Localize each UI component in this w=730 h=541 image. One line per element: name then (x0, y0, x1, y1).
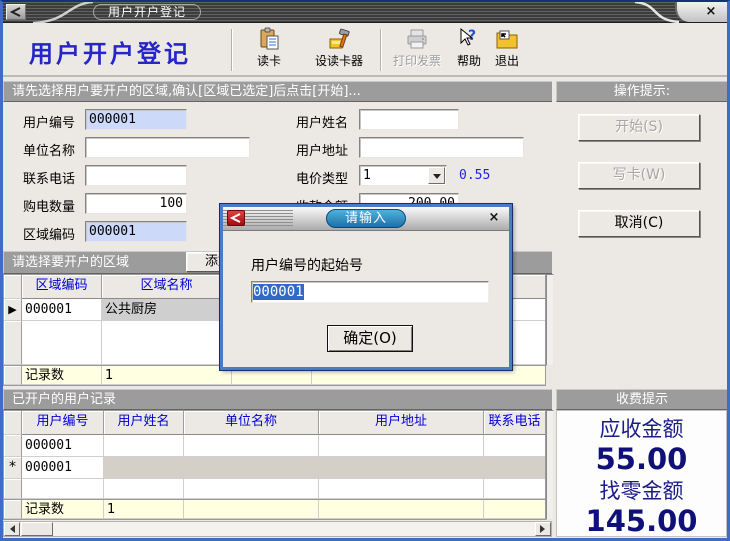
user-col-id[interactable]: 用户编号 (22, 411, 104, 435)
user-col-name[interactable]: 用户姓名 (104, 411, 184, 435)
toolbar-separator (231, 29, 232, 71)
combo-dropdown-icon[interactable] (428, 167, 445, 184)
setup-reader-icon (327, 27, 351, 51)
user-id-field[interactable]: 000001 (85, 109, 187, 130)
user-table-row[interactable]: 000001 (4, 435, 545, 457)
help-button[interactable]: ? 帮助 (451, 27, 487, 74)
price-rate-text: 0.55 (459, 168, 490, 183)
area-cell-code[interactable]: 000001 (22, 299, 102, 321)
purchase-qty-label: 购电数量 (23, 196, 75, 215)
user-addr-label: 用户地址 (296, 140, 348, 159)
user-footer-label: 记录数 (22, 500, 104, 519)
user-col-unit[interactable]: 单位名称 (184, 411, 319, 435)
phone-field[interactable] (85, 165, 187, 186)
area-col-code[interactable]: 区域编码 (22, 275, 102, 299)
titlebar-swoosh-left (27, 2, 97, 23)
fee-panel-header: 收费提示 (556, 389, 727, 410)
page-title: 用户开户登记 (29, 34, 191, 69)
area-header-selector (4, 275, 22, 299)
area-table-vscrollbar[interactable] (546, 274, 554, 366)
phone-label: 联系电话 (23, 168, 75, 187)
user-col-addr[interactable]: 用户地址 (319, 411, 484, 435)
row-marker: ▶ (4, 299, 22, 321)
area-cell-name[interactable]: 公共厨房 (102, 299, 232, 321)
print-invoice-label: 打印发票 (385, 52, 449, 69)
dialog-input-selected-text: 000001 (253, 284, 304, 300)
user-table-hscrollbar[interactable] (3, 521, 552, 537)
window-title: 用户开户登记 (93, 4, 201, 20)
area-code-label: 区域编码 (23, 224, 75, 243)
receivable-label: 应收金额 (557, 413, 726, 443)
unit-name-field[interactable] (85, 137, 250, 158)
read-card-button[interactable]: 读卡 (246, 27, 292, 74)
read-card-icon (257, 27, 281, 51)
write-card-button: 写卡(W) (578, 162, 700, 189)
change-value: 145.00 (557, 505, 726, 537)
purchase-qty-field[interactable]: 100 (85, 193, 187, 214)
area-footer-value: 1 (102, 366, 232, 385)
help-label: 帮助 (451, 52, 487, 69)
dialog-logo-icon (227, 210, 245, 226)
dialog-title: 请输入 (326, 209, 406, 228)
user-table-header-row: 用户编号 用户姓名 单位名称 用户地址 联系电话 (4, 411, 545, 435)
print-invoice-button: 打印发票 (385, 27, 449, 74)
user-table-row-new[interactable]: * 000001 (4, 457, 545, 479)
dialog-input[interactable]: 000001 (251, 281, 489, 303)
dialog-prompt: 用户编号的起始号 (251, 255, 363, 275)
exit-icon (495, 27, 519, 51)
exit-button[interactable]: 退出 (489, 27, 525, 74)
area-code-field[interactable]: 000001 (85, 221, 187, 242)
setup-reader-button[interactable]: 设读卡器 (302, 27, 376, 74)
dialog-titlebar: 请输入 × (223, 207, 509, 231)
user-section-header: 已开户的用户记录 (3, 389, 552, 410)
price-type-label: 电价类型 (296, 168, 348, 187)
scroll-right-icon[interactable] (535, 522, 551, 536)
user-name-field[interactable] (359, 109, 459, 130)
user-addr-field[interactable] (359, 137, 524, 158)
user-footer-value: 1 (104, 500, 184, 519)
user-table-footer: 记录数 1 (3, 499, 546, 520)
titlebar-swoosh-right (631, 2, 681, 23)
read-card-label: 读卡 (246, 52, 292, 69)
change-label: 找零金额 (557, 475, 726, 505)
dialog-ok-button[interactable]: 确定(O) (327, 325, 413, 352)
receivable-value: 55.00 (557, 443, 726, 475)
close-button[interactable]: × (703, 4, 719, 20)
area-col-name[interactable]: 区域名称 (102, 275, 232, 299)
user-cell-id[interactable]: 000001 (22, 435, 104, 457)
unit-name-label: 单位名称 (23, 140, 75, 159)
dialog-close-button[interactable]: × (486, 210, 502, 226)
help-icon: ? (457, 27, 481, 51)
user-name-label: 用户姓名 (296, 112, 348, 131)
user-table-vscrollbar[interactable] (546, 410, 554, 520)
toolbar-separator (380, 29, 381, 71)
user-table: 用户编号 用户姓名 单位名称 用户地址 联系电话 000001 * 000001 (3, 410, 546, 500)
new-row-marker: * (4, 457, 22, 479)
ops-panel-header: 操作提示: (556, 81, 727, 102)
input-dialog: 请输入 × 用户编号的起始号 000001 确定(O) (220, 204, 512, 370)
app-logo-icon[interactable] (6, 4, 26, 20)
toolbar: 用户开户登记 读卡 设读卡器 (3, 23, 727, 77)
window-titlebar: 用户开户登记 × (3, 2, 727, 23)
scroll-thumb[interactable] (21, 522, 53, 536)
start-button: 开始(S) (578, 114, 700, 141)
user-table-empty-row (4, 479, 545, 499)
close-zone (675, 2, 727, 22)
setup-reader-label: 设读卡器 (302, 52, 376, 69)
user-id-label: 用户编号 (23, 112, 75, 131)
app-window: 用户开户登记 × 用户开户登记 读卡 (0, 0, 730, 541)
print-invoice-icon (405, 27, 429, 51)
cancel-button[interactable]: 取消(C) (578, 210, 700, 237)
scroll-left-icon[interactable] (4, 522, 20, 536)
area-footer-label: 记录数 (22, 366, 102, 385)
fee-panel: 应收金额 55.00 找零金额 145.00 (556, 410, 727, 537)
price-type-combo[interactable]: 1 (359, 165, 447, 186)
price-type-value: 1 (363, 168, 371, 183)
user-cell-id[interactable]: 000001 (22, 457, 104, 479)
exit-label: 退出 (489, 52, 525, 69)
select-area-banner: 请先选择用户要开户的区域,确认[区域已选定]后点击[开始]... (3, 81, 552, 102)
user-col-phone[interactable]: 联系电话 (484, 411, 545, 435)
row-marker (4, 435, 22, 457)
